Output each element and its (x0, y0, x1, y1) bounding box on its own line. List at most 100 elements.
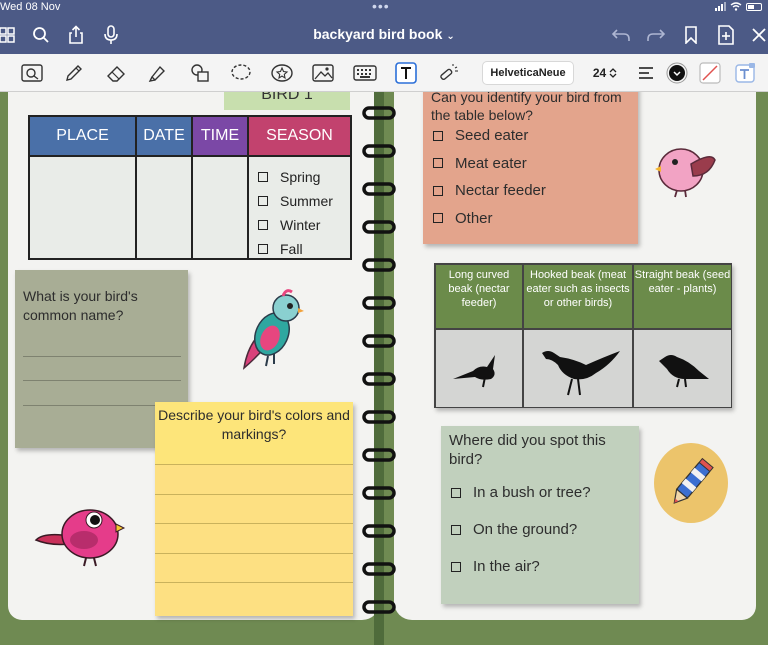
writing-line (23, 380, 181, 381)
diet-option-seed[interactable]: Seed eater (431, 122, 546, 150)
table-header-place: PLACE (30, 117, 137, 157)
beak-label: Long curved beak (nectar feeder) (448, 269, 510, 309)
checkbox[interactable] (451, 487, 461, 498)
stepper-icon (609, 68, 617, 78)
observation-table: PLACE DATE TIME SEASON Spring Summer Win… (28, 115, 352, 260)
colors-markings-card[interactable]: Describe your bird's colors and markings… (155, 402, 353, 616)
season-label: Winter (280, 217, 321, 233)
bookmark-icon[interactable] (680, 24, 702, 46)
status-bar: Wed 08 Nov ••• (0, 0, 768, 16)
crow-icon (542, 350, 620, 395)
checkbox[interactable] (433, 213, 443, 224)
undo-icon[interactable] (610, 24, 632, 46)
identify-question: Can you identify your bird from the tabl… (431, 92, 622, 123)
keyboard-icon[interactable] (353, 62, 377, 84)
identify-bird-card[interactable]: Can you identify your bird from the tabl… (423, 92, 638, 244)
location-option-ground[interactable]: On the ground? (449, 511, 591, 548)
beak-label: Straight beak (seed eater - plants) (634, 269, 731, 295)
season-label: Summer (280, 193, 333, 209)
sparrow-silhouette-cell (634, 330, 731, 407)
shapes-icon[interactable] (188, 62, 212, 84)
image-icon[interactable] (311, 62, 335, 84)
header-date-text: DATE (143, 127, 185, 144)
season-label: Spring (280, 169, 321, 185)
zoom-window-icon[interactable] (20, 62, 44, 84)
font-size-selector[interactable]: 24 (585, 63, 625, 83)
season-option-winter[interactable]: Winter (252, 213, 352, 237)
font-size-value: 24 (592, 66, 607, 80)
add-page-icon[interactable] (715, 24, 737, 46)
text-color-icon[interactable] (665, 62, 689, 84)
table-header-time: TIME (193, 117, 249, 157)
spot-question: Where did you spot this bird? (449, 432, 606, 468)
checkbox[interactable] (258, 244, 268, 254)
diet-option-other[interactable]: Other (431, 205, 546, 233)
season-option-summer[interactable]: Summer (252, 189, 352, 213)
writing-line (155, 523, 353, 524)
spiral-binding (362, 92, 398, 645)
status-time: Wed 08 Nov (0, 1, 61, 13)
option-label: Seed eater (455, 127, 529, 145)
diet-option-nectar[interactable]: Nectar feeder (431, 177, 546, 205)
checkbox[interactable] (451, 524, 461, 535)
redo-icon[interactable] (645, 24, 667, 46)
multitask-dots[interactable]: ••• (372, 0, 390, 14)
option-label: In the air? (473, 558, 540, 575)
text-tool-icon[interactable] (394, 62, 418, 84)
checkbox[interactable] (258, 220, 268, 230)
colorful-bird-sticker[interactable] (236, 288, 306, 378)
location-option-bush[interactable]: In a bush or tree? (449, 474, 591, 511)
text-align-icon[interactable] (634, 62, 658, 84)
option-label: On the ground? (473, 521, 578, 538)
sticker-icon[interactable] (270, 62, 294, 84)
notebook-canvas[interactable]: BIRD 1 PLACE DATE TIME SEASON Spring Sum… (0, 92, 768, 645)
diet-option-meat[interactable]: Meat eater (431, 150, 546, 178)
laser-pointer-icon[interactable] (436, 62, 460, 84)
option-label: Other (455, 209, 493, 227)
bird-number-text: BIRD 1 (261, 92, 313, 103)
checkbox[interactable] (258, 196, 268, 206)
beak-label: Hooked beak (meat eater such as insects … (526, 269, 630, 309)
writing-line (155, 582, 353, 583)
location-checklist: In a bush or tree? On the ground? In the… (449, 474, 591, 585)
season-option-fall[interactable]: Fall (252, 237, 352, 261)
highlighter-icon[interactable] (146, 62, 170, 84)
checkbox[interactable] (433, 185, 443, 196)
writing-line (23, 356, 181, 357)
background-color-icon[interactable] (698, 62, 722, 84)
checkbox[interactable] (433, 130, 443, 141)
location-option-air[interactable]: In the air? (449, 548, 591, 585)
colors-markings-question: Describe your bird's colors and markings… (155, 402, 353, 464)
checkbox[interactable] (258, 172, 268, 182)
spot-location-card[interactable]: Where did you spot this bird? In a bush … (441, 426, 639, 604)
crayon-sticker[interactable] (654, 443, 728, 523)
checkbox[interactable] (451, 561, 461, 572)
table-header-date: DATE (137, 117, 193, 157)
tool-bar: HelveticaNeue 24 (0, 54, 768, 92)
pink-round-bird-sticker[interactable] (655, 142, 717, 198)
season-checklist: Spring Summer Winter Fall (252, 165, 352, 261)
season-label: Fall (280, 241, 303, 257)
text-style-icon[interactable] (733, 62, 757, 84)
table-header-season: SEASON (249, 117, 350, 157)
lasso-icon[interactable] (229, 62, 253, 84)
pink-bird-sticker[interactable] (34, 500, 126, 570)
writing-line (155, 494, 353, 495)
sparrow-icon (658, 354, 709, 387)
eraser-icon[interactable] (104, 62, 128, 84)
checkbox[interactable] (433, 158, 443, 169)
font-family-selector[interactable]: HelveticaNeue (482, 61, 574, 85)
pen-icon[interactable] (62, 62, 86, 84)
title-bar: backyard bird book ⌄ (0, 16, 768, 54)
season-option-spring[interactable]: Spring (252, 165, 352, 189)
beak-header-straight: Straight beak (seed eater - plants) (634, 265, 731, 328)
document-title-text: backyard bird book (313, 26, 443, 42)
font-family-value: HelveticaNeue (490, 67, 566, 79)
writing-line (155, 464, 353, 465)
header-time-text: TIME (200, 127, 240, 144)
common-name-question: What is your bird's common name? (23, 288, 138, 323)
hummingbird-icon (453, 354, 495, 387)
hummingbird-silhouette-cell (436, 330, 522, 407)
table-divider (247, 157, 249, 258)
close-icon[interactable] (748, 24, 768, 46)
